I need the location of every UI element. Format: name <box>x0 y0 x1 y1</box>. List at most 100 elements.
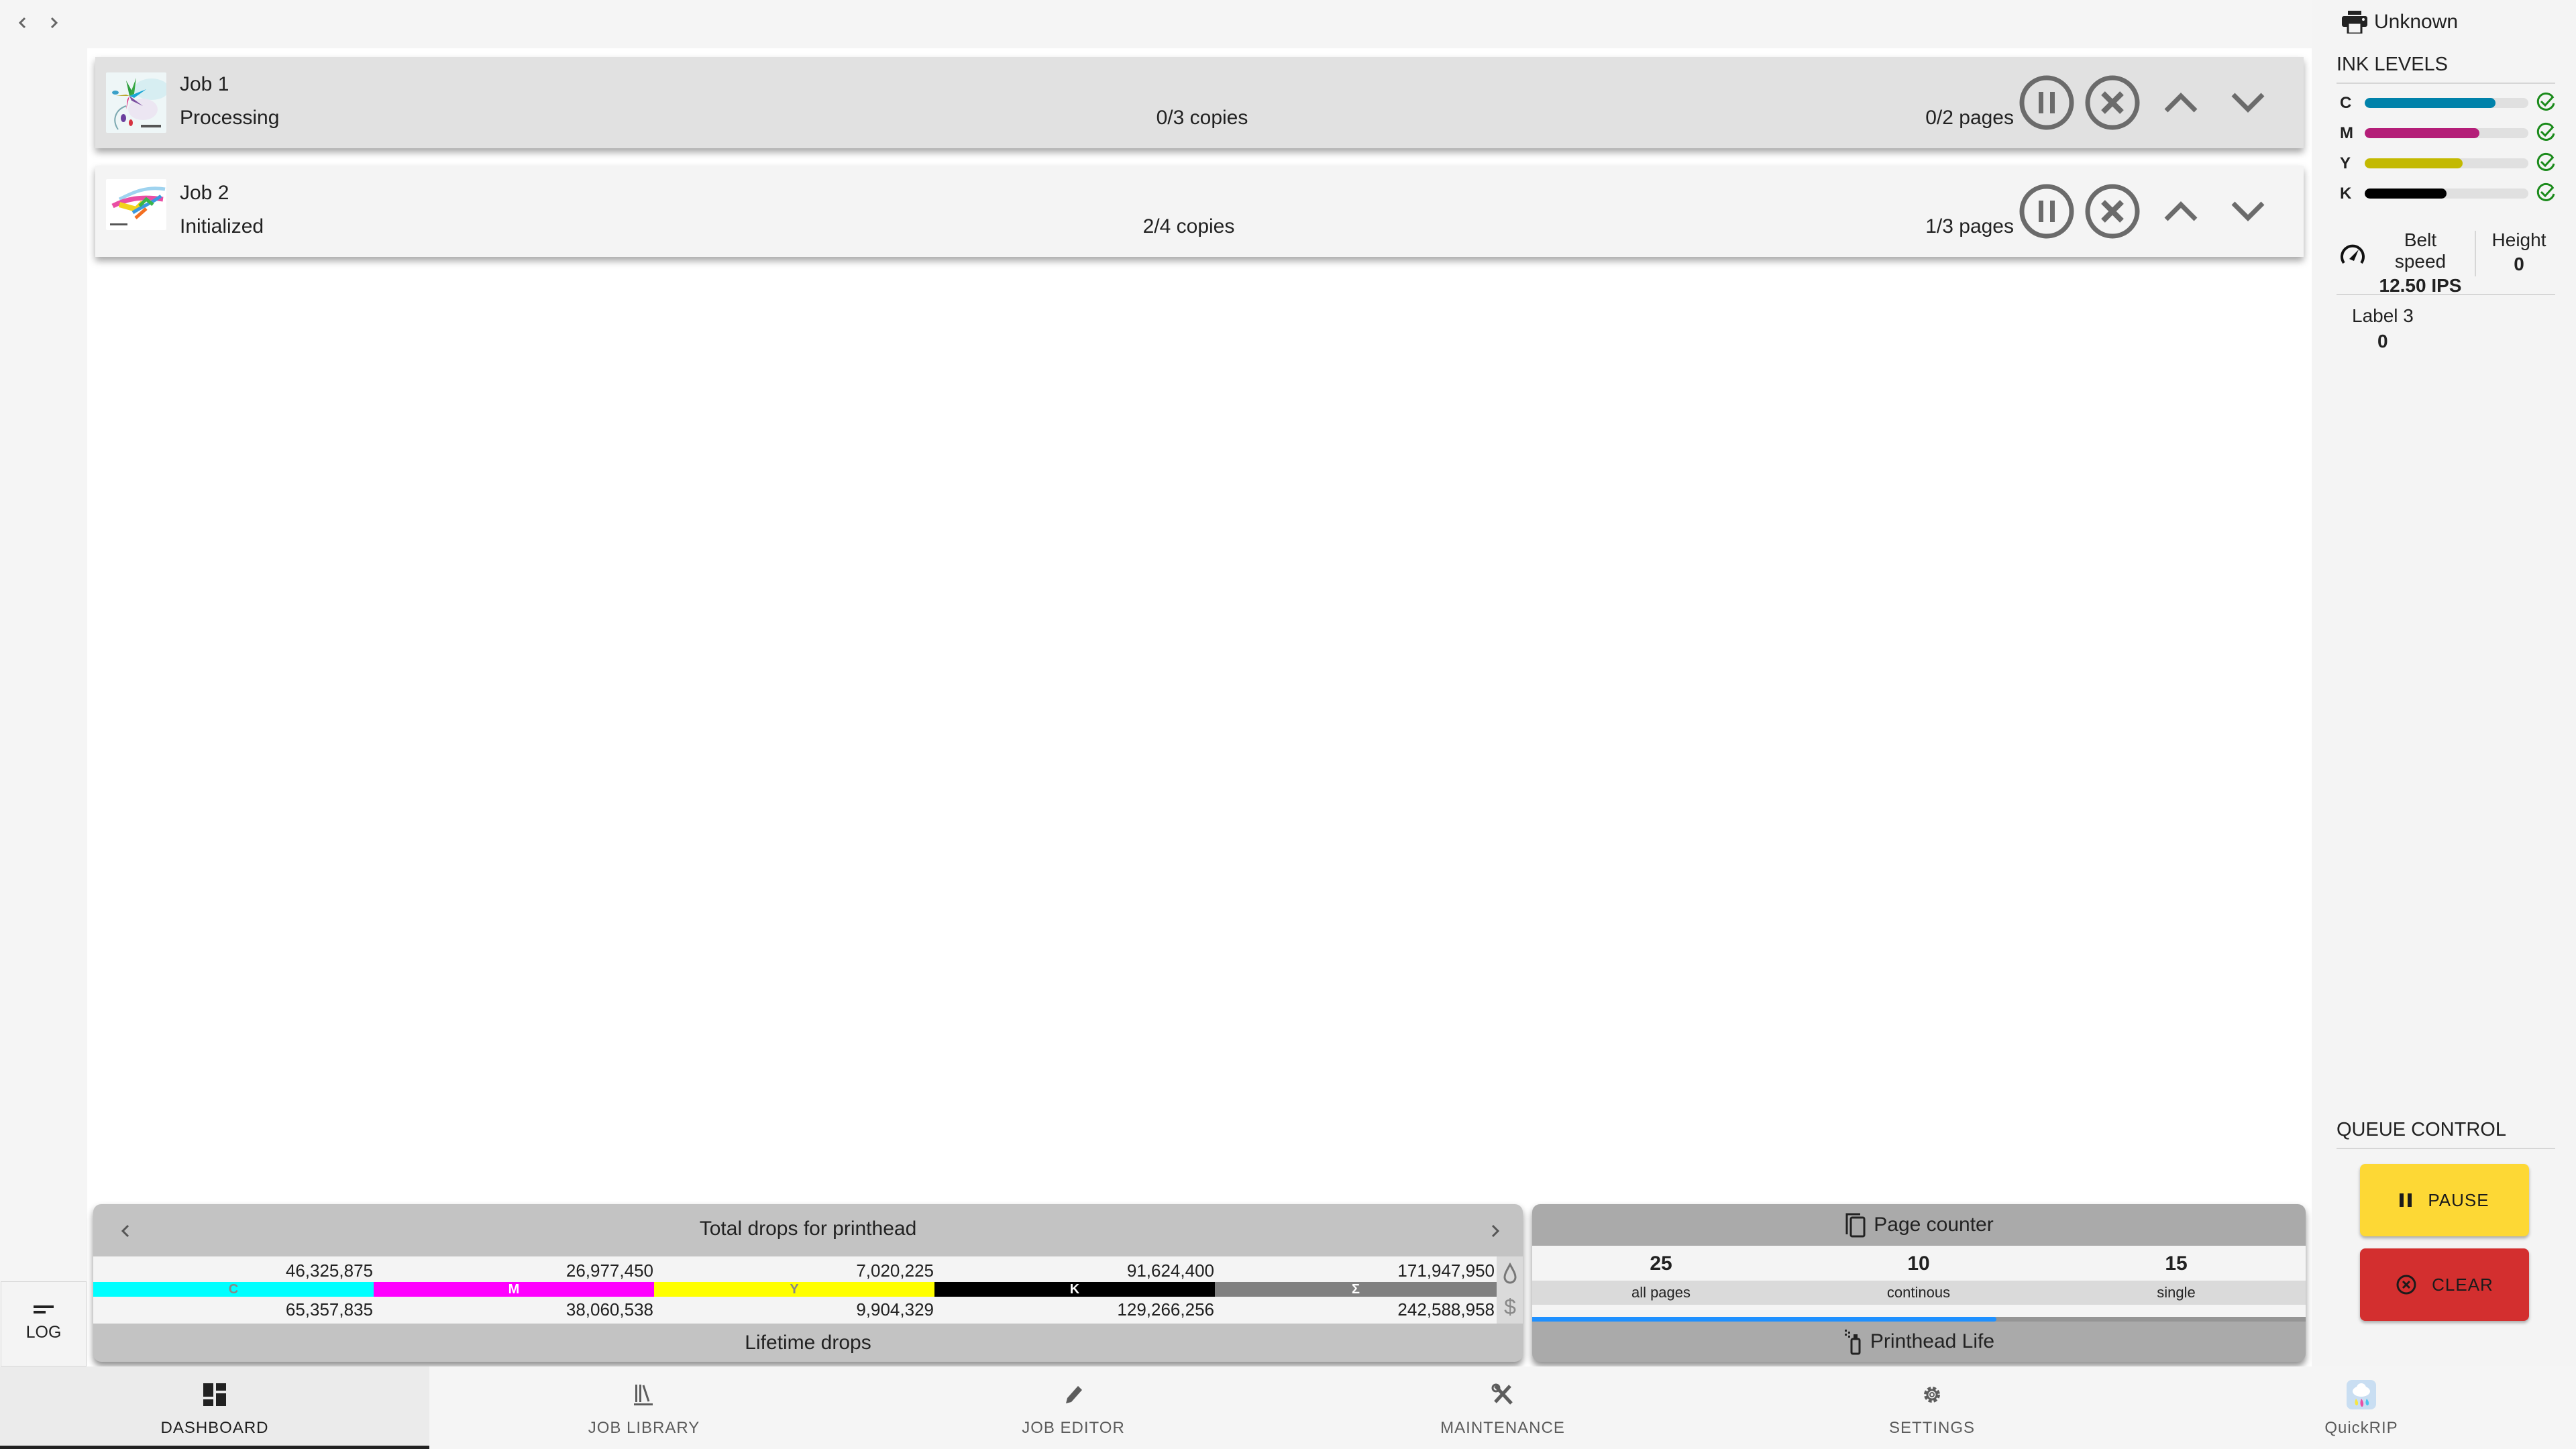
drops-unit-button[interactable] <box>1497 1256 1523 1290</box>
tab-label: JOB EDITOR <box>1022 1419 1125 1437</box>
chevron-down-icon <box>2231 93 2265 113</box>
ink-channel-band: Y <box>654 1282 934 1297</box>
belt-speed-stat: Belt speed 12.50 IPS <box>2377 229 2464 297</box>
job-status: Initialized <box>180 215 264 237</box>
spacer <box>1532 1305 2306 1317</box>
drops-unit-toggle: $ <box>1497 1256 1523 1324</box>
drop-count-current: 26,977,450 <box>566 1260 653 1281</box>
dollar-icon: $ <box>1504 1295 1516 1318</box>
pause-circle-icon <box>2019 184 2074 239</box>
move-job-up-button[interactable] <box>2151 72 2211 133</box>
job-status: Processing <box>180 107 280 129</box>
page-count-continuous-label: continous <box>1886 1284 1951 1301</box>
ink-channel-band: C <box>93 1282 374 1297</box>
ink-level-row: M <box>2337 121 2555 148</box>
chevron-up-icon <box>2164 201 2198 221</box>
drops-card-header: Total drops for printhead <box>93 1204 1523 1256</box>
close-circle-icon <box>2085 184 2140 239</box>
label3-label: Label 3 <box>2352 305 2414 326</box>
job-name: Job 1 <box>180 73 229 95</box>
history-navigation <box>12 12 64 34</box>
drop-count-current: 91,624,400 <box>1126 1260 1214 1281</box>
tab-label: JOB LIBRARY <box>588 1419 700 1437</box>
ink-level-bar <box>2365 98 2528 108</box>
tab-dashboard[interactable]: DASHBOARD <box>0 1366 429 1449</box>
ink-levels-heading: INK LEVELS <box>2337 54 2555 84</box>
ink-level-bar <box>2365 189 2528 199</box>
ink-level-fill <box>2365 98 2496 108</box>
water-drop-icon <box>1503 1263 1517 1284</box>
drop-count-current: 7,020,225 <box>856 1260 934 1281</box>
ink-level-fill <box>2365 128 2479 138</box>
page-count-all: 25 <box>1650 1252 1672 1275</box>
tab-job-editor[interactable]: JOB EDITOR <box>859 1366 1288 1449</box>
status-sidebar: Unknown INK LEVELS CMYK Belt speed 12.50… <box>2312 0 2576 1366</box>
printhead-life-bar <box>1532 1317 2306 1322</box>
job-row[interactable]: Job 2 Initialized 2/4 copies 1/3 pages <box>95 166 2304 257</box>
back-button[interactable] <box>12 12 34 34</box>
belt-speed-value: 12.50 IPS <box>2379 275 2462 296</box>
tab-settings[interactable]: SETTINGS <box>1717 1366 2147 1449</box>
drops-prev-button[interactable] <box>111 1216 140 1246</box>
check-circle-icon <box>2536 92 2555 111</box>
tab-quickrip[interactable]: QuickRIP <box>2147 1366 2576 1449</box>
ink-level-bar <box>2365 158 2528 168</box>
drop-count-current: 171,947,950 <box>1397 1260 1495 1281</box>
move-job-down-button[interactable] <box>2218 72 2278 133</box>
tab-maintenance[interactable]: MAINTENANCE <box>1288 1366 1717 1449</box>
ink-channel-band: K <box>934 1282 1215 1297</box>
tab-job-library[interactable]: JOB LIBRARY <box>429 1366 859 1449</box>
label3-value: 0 <box>2377 331 2388 352</box>
move-job-down-button[interactable] <box>2218 181 2278 241</box>
ink-label: K <box>2340 184 2352 203</box>
pencil-icon <box>1059 1380 1088 1409</box>
drop-count-current: 46,325,875 <box>285 1260 373 1281</box>
check-circle-icon <box>2536 152 2555 171</box>
pause-job-button[interactable] <box>2017 72 2077 133</box>
page-count-single: 15 <box>2165 1252 2188 1275</box>
belt-speed-block: Belt speed 12.50 IPS Height 0 <box>2337 228 2555 297</box>
drops-table: 46,325,875 C 65,357,835 26,977,450 M 38,060,5… <box>93 1256 1497 1324</box>
cancel-job-button[interactable] <box>2082 72 2143 133</box>
tab-label: MAINTENANCE <box>1440 1419 1565 1437</box>
job-name: Job 2 <box>180 182 229 204</box>
close-circle-icon <box>2085 75 2140 130</box>
gear-icon <box>1917 1380 1947 1409</box>
cancel-job-button[interactable] <box>2082 181 2143 241</box>
log-button[interactable]: LOG <box>1 1281 87 1366</box>
speedometer-icon <box>2341 244 2365 264</box>
page-counter-card: Page counter 25 10 15 all pages continou… <box>1532 1204 2306 1362</box>
pause-queue-label: PAUSE <box>2428 1189 2489 1210</box>
move-job-up-button[interactable] <box>2151 181 2211 241</box>
page-count-continuous: 10 <box>1907 1252 1930 1275</box>
tab-label: QuickRIP <box>2324 1419 2398 1437</box>
pause-queue-button[interactable]: PAUSE <box>2360 1164 2529 1236</box>
clear-queue-button[interactable]: CLEAR <box>2360 1248 2529 1321</box>
chevron-right-icon <box>50 17 58 29</box>
printer-status: Unknown <box>2342 11 2458 34</box>
ink-label: M <box>2340 124 2353 142</box>
pause-job-button[interactable] <box>2017 181 2077 241</box>
cost-unit-button[interactable]: $ <box>1497 1290 1523 1324</box>
job-row[interactable]: Job 1 Processing 0/3 copies 0/2 pages <box>95 57 2304 148</box>
ink-channel-band: M <box>374 1282 654 1297</box>
queue-control-heading: QUEUE CONTROL <box>2337 1119 2555 1149</box>
log-lines-icon <box>34 1305 54 1313</box>
log-label: LOG <box>25 1323 62 1342</box>
stat-divider <box>2475 231 2476 276</box>
ink-channel-band: Σ <box>1215 1282 1497 1297</box>
printhead-life-footer: Printhead Life <box>1532 1322 2306 1362</box>
check-circle-icon <box>2536 122 2555 141</box>
job-thumbnail-flower <box>106 72 166 133</box>
drops-next-button[interactable] <box>1481 1216 1510 1246</box>
ink-level-row: K <box>2337 182 2555 209</box>
ink-level-bar <box>2365 128 2528 138</box>
forward-button[interactable] <box>43 12 64 34</box>
height-stat: Height 0 <box>2485 229 2553 275</box>
chevron-left-icon <box>18 17 26 29</box>
label3-stat: Label 3 0 <box>2352 305 2414 352</box>
height-label: Height <box>2491 229 2546 250</box>
page-counter-header: Page counter <box>1532 1204 2306 1246</box>
tab-label: DASHBOARD <box>160 1419 269 1437</box>
tools-icon <box>1488 1380 1517 1409</box>
